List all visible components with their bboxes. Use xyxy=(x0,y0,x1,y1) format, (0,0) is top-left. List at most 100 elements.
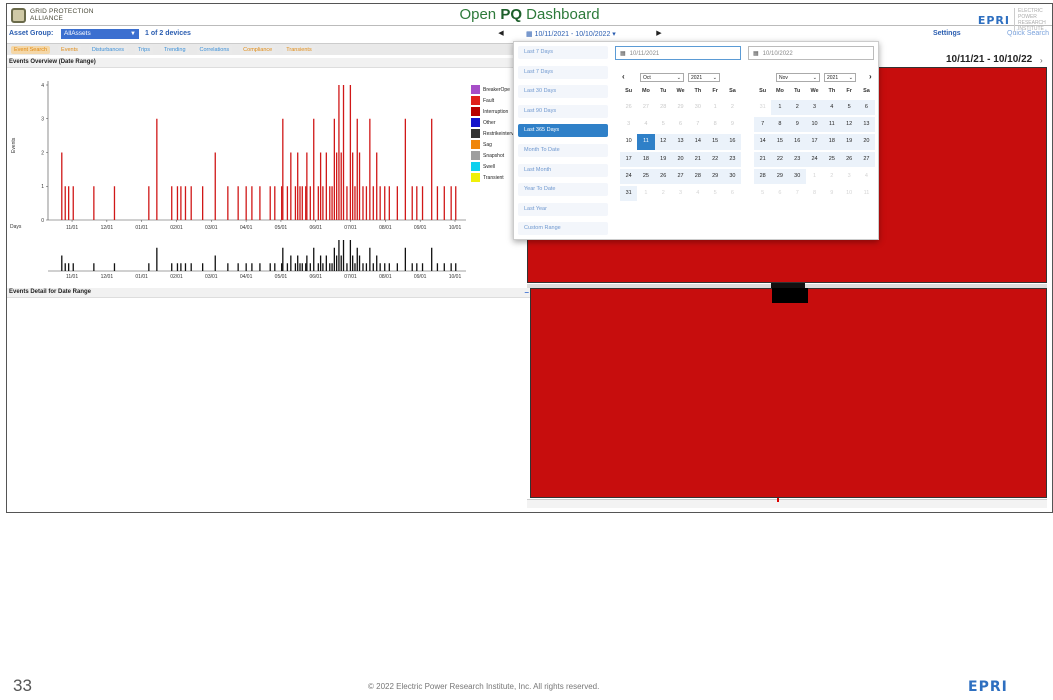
month-select-right[interactable]: Nov ⌄ xyxy=(776,73,820,82)
day-cell[interactable]: 28 xyxy=(655,100,672,115)
day-cell[interactable]: 2 xyxy=(724,100,741,115)
tab-correlations[interactable]: Correlations xyxy=(196,45,233,54)
year-select-left[interactable]: 2021 ⌄ xyxy=(688,73,720,82)
day-cell[interactable]: 22 xyxy=(706,151,724,167)
day-cell[interactable]: 26 xyxy=(840,151,858,167)
next-range-button[interactable]: ▶ xyxy=(652,29,666,37)
day-cell[interactable]: 28 xyxy=(754,168,772,184)
day-cell[interactable]: 31 xyxy=(754,100,771,115)
day-cell[interactable]: 5 xyxy=(706,186,723,201)
end-date-input[interactable]: ▦ 10/10/2022 xyxy=(748,46,874,60)
asset-group-select[interactable]: AllAssets ▼ xyxy=(61,29,139,39)
day-cell[interactable]: 23 xyxy=(723,151,742,167)
panel-toggle-tab[interactable] xyxy=(772,288,808,303)
date-range-button[interactable]: ▦ 10/11/2021 - 10/10/2022 ▾ xyxy=(526,30,616,38)
day-cell[interactable]: 27 xyxy=(637,100,654,115)
day-cell[interactable]: 13 xyxy=(671,134,690,150)
minimize-button[interactable]: – xyxy=(525,288,529,297)
legend-item[interactable]: Fault xyxy=(471,95,517,106)
range-option[interactable]: Year To Date xyxy=(518,183,608,197)
day-cell[interactable]: 11 xyxy=(858,186,875,201)
day-cell[interactable]: 19 xyxy=(654,151,672,167)
legend-item[interactable]: Swell xyxy=(471,161,517,172)
day-cell[interactable]: 4 xyxy=(858,169,875,184)
day-cell[interactable]: 20 xyxy=(857,134,876,150)
day-cell[interactable]: 30 xyxy=(788,168,806,184)
day-cell[interactable]: 1 xyxy=(706,100,723,115)
day-cell[interactable]: 19 xyxy=(840,134,858,150)
day-cell[interactable]: 12 xyxy=(840,117,858,133)
day-cell[interactable]: 17 xyxy=(805,134,824,150)
day-cell[interactable]: 2 xyxy=(788,100,806,116)
day-cell[interactable]: 6 xyxy=(771,186,788,201)
horizontal-scrollbar[interactable] xyxy=(527,499,1047,508)
day-cell[interactable]: 3 xyxy=(805,100,824,116)
next-month-icon[interactable]: › xyxy=(869,73,872,81)
range-option[interactable]: Last 7 Days xyxy=(518,65,608,79)
day-cell[interactable]: 9 xyxy=(788,117,806,133)
year-select-right[interactable]: 2021 ⌄ xyxy=(824,73,856,82)
day-cell[interactable]: 5 xyxy=(840,100,858,116)
legend-item[interactable]: Restrikeinterval xyxy=(471,128,517,139)
day-cell[interactable]: 6 xyxy=(672,117,689,132)
day-cell[interactable]: 13 xyxy=(857,117,876,133)
range-option[interactable]: Last 90 Days xyxy=(518,104,608,118)
day-cell[interactable]: 7 xyxy=(689,117,706,132)
day-cell[interactable]: 10 xyxy=(620,134,637,149)
day-cell[interactable]: 18 xyxy=(637,151,655,167)
day-cell[interactable]: 24 xyxy=(620,168,638,184)
day-cell[interactable]: 29 xyxy=(672,100,689,115)
day-cell[interactable]: 7 xyxy=(789,186,806,201)
day-cell[interactable]: 1 xyxy=(771,100,789,116)
range-option[interactable]: Last 30 Days xyxy=(518,85,608,99)
day-cell[interactable]: 23 xyxy=(788,151,806,167)
map-panel-bottom[interactable] xyxy=(530,288,1047,498)
day-cell[interactable]: 24 xyxy=(805,151,824,167)
legend-item[interactable]: Interruption xyxy=(471,106,517,117)
day-cell[interactable]: 5 xyxy=(754,186,771,201)
day-cell[interactable]: 2 xyxy=(655,186,672,201)
range-option[interactable]: Last 365 Days xyxy=(518,124,608,138)
day-cell[interactable]: 21 xyxy=(754,151,772,167)
day-cell[interactable]: 14 xyxy=(689,134,707,150)
quick-search-link[interactable]: Quick Search xyxy=(1007,30,1049,37)
day-cell[interactable]: 16 xyxy=(723,134,742,150)
scroll-right-icon[interactable]: › xyxy=(1040,56,1043,65)
day-cell[interactable]: 30 xyxy=(723,168,742,184)
day-cell[interactable]: 10 xyxy=(840,186,857,201)
prev-month-icon[interactable]: ‹ xyxy=(622,73,625,81)
day-cell[interactable]: 21 xyxy=(689,151,707,167)
day-cell[interactable]: 1 xyxy=(806,169,823,184)
day-cell[interactable]: 4 xyxy=(823,100,841,116)
day-cell[interactable]: 8 xyxy=(706,117,723,132)
range-option[interactable]: Custom Range xyxy=(518,222,608,236)
day-cell[interactable]: 11 xyxy=(637,134,655,150)
day-cell[interactable]: 29 xyxy=(771,168,789,184)
day-cell[interactable]: 9 xyxy=(823,186,840,201)
legend-item[interactable]: Sag xyxy=(471,139,517,150)
day-cell[interactable]: 11 xyxy=(823,117,841,133)
day-cell[interactable]: 27 xyxy=(857,151,876,167)
tab-trips[interactable]: Trips xyxy=(134,45,153,54)
range-option[interactable]: Last 7 Days xyxy=(518,46,608,59)
day-cell[interactable]: 28 xyxy=(689,168,707,184)
day-cell[interactable]: 14 xyxy=(754,134,772,150)
day-cell[interactable]: 26 xyxy=(620,100,637,115)
day-cell[interactable]: 30 xyxy=(689,100,706,115)
month-select-left[interactable]: Oct ⌄ xyxy=(640,73,684,82)
day-cell[interactable]: 29 xyxy=(706,168,724,184)
day-cell[interactable]: 1 xyxy=(637,186,654,201)
tab-events[interactable]: Events xyxy=(58,45,81,54)
day-cell[interactable]: 15 xyxy=(771,134,789,150)
day-cell[interactable]: 10 xyxy=(805,117,824,133)
day-cell[interactable]: 25 xyxy=(637,168,655,184)
day-cell[interactable]: 20 xyxy=(671,151,690,167)
legend-item[interactable]: Snapshot xyxy=(471,150,517,161)
day-cell[interactable]: 3 xyxy=(620,117,637,132)
device-count-link[interactable]: 1 of 2 devices xyxy=(145,30,191,37)
day-cell[interactable]: 3 xyxy=(672,186,689,201)
day-cell[interactable]: 25 xyxy=(823,151,841,167)
range-option[interactable]: Last Year xyxy=(518,202,608,216)
day-cell[interactable]: 12 xyxy=(654,134,672,150)
settings-link[interactable]: Settings xyxy=(933,30,961,37)
